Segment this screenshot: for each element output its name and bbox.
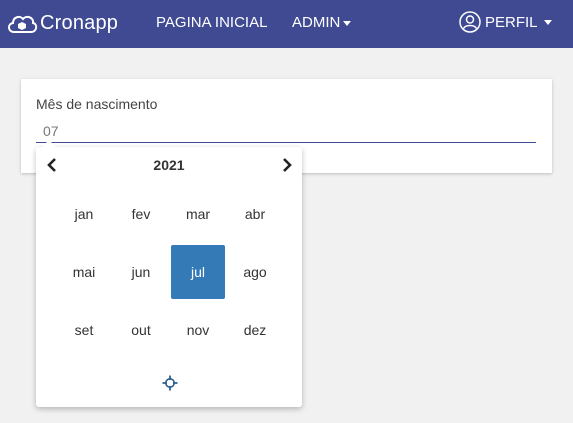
- popup-pointer: [42, 140, 56, 147]
- birth-month-input[interactable]: [36, 119, 536, 143]
- prev-year-button[interactable]: [42, 155, 62, 175]
- month-set[interactable]: set: [57, 303, 111, 357]
- month-mai[interactable]: mai: [57, 245, 111, 299]
- nav-profile-dropdown[interactable]: PERFIL: [459, 11, 552, 33]
- chevron-left-icon: [47, 158, 56, 172]
- top-navbar: Cronapp PAGINA INICIAL ADMIN PERFIL: [0, 0, 573, 48]
- nav-home-link[interactable]: PAGINA INICIAL: [156, 14, 267, 31]
- month-fev[interactable]: fev: [114, 187, 168, 241]
- month-picker-popup: 2021 jan fev mar abr mai jun jul ago set…: [36, 140, 302, 407]
- brand-logo[interactable]: Cronapp: [5, 9, 118, 37]
- caret-down-icon: [343, 20, 352, 26]
- month-dez[interactable]: dez: [228, 303, 282, 357]
- cloud-icon: [8, 15, 38, 33]
- month-jun[interactable]: jun: [114, 245, 168, 299]
- caret-down-icon: [543, 20, 552, 25]
- nav-profile-label: PERFIL: [485, 13, 538, 31]
- month-jan[interactable]: jan: [57, 187, 111, 241]
- crosshair-icon: [162, 375, 178, 391]
- birth-month-label: Mês de nascimento: [36, 96, 158, 112]
- brand-name: Cronapp: [40, 11, 119, 34]
- chevron-right-icon: [283, 158, 292, 172]
- nav-home-label: PAGINA INICIAL: [156, 14, 268, 31]
- toggle-picker-button[interactable]: [162, 375, 178, 391]
- month-jul-selected[interactable]: jul: [171, 245, 225, 299]
- next-year-button[interactable]: [277, 155, 297, 175]
- user-circle-icon: [459, 11, 481, 33]
- month-ago[interactable]: ago: [228, 245, 282, 299]
- year-switch[interactable]: 2021: [136, 157, 202, 173]
- month-abr[interactable]: abr: [228, 187, 282, 241]
- nav-admin-dropdown[interactable]: ADMIN: [292, 14, 352, 31]
- month-mar[interactable]: mar: [171, 187, 225, 241]
- month-nov[interactable]: nov: [171, 303, 225, 357]
- nav-admin-label: ADMIN: [292, 14, 341, 31]
- month-out[interactable]: out: [114, 303, 168, 357]
